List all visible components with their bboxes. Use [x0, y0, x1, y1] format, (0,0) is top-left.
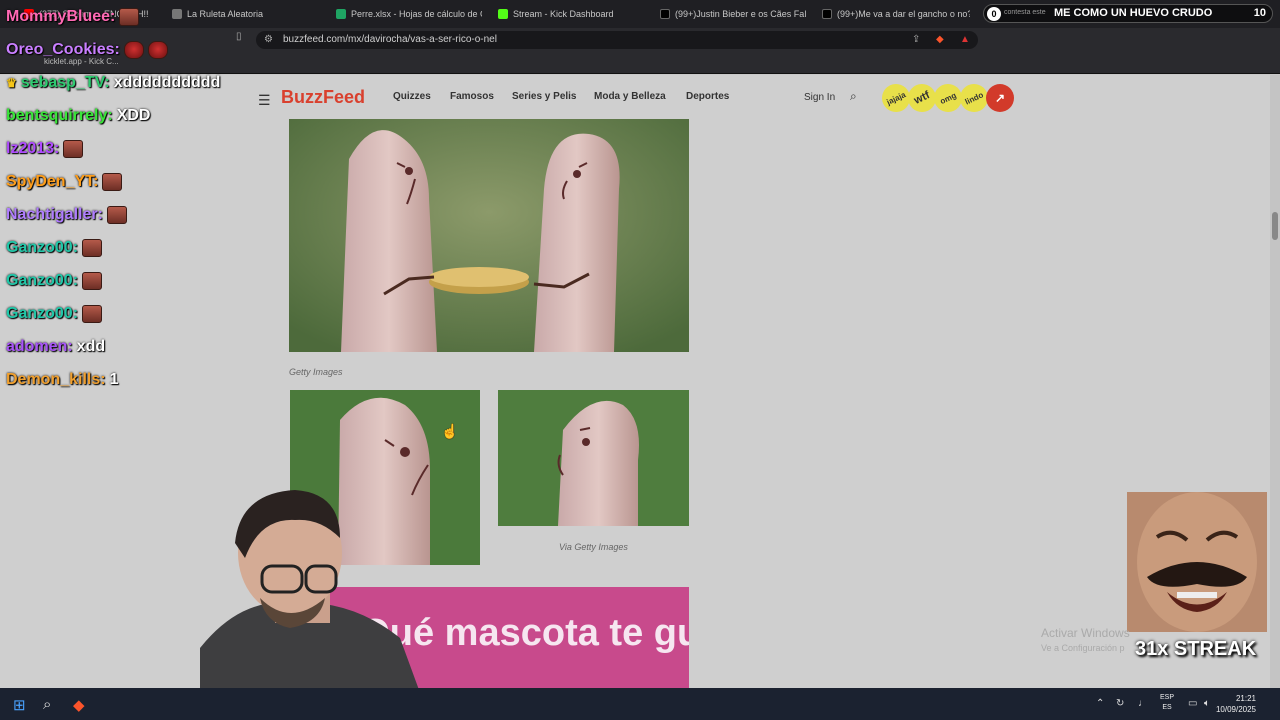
article-image-fingers-coin — [289, 119, 689, 352]
share-icon[interactable]: ⇪ — [912, 34, 920, 45]
nav-famosos[interactable]: Famosos — [450, 91, 494, 102]
url-text: buzzfeed.com/mx/davirocha/vas-a-ser-rico… — [283, 34, 497, 45]
emote-icon — [82, 239, 103, 257]
emote-icon — [63, 140, 84, 158]
search-icon[interactable]: ⌕ — [43, 696, 51, 713]
nav-deportes[interactable]: Deportes — [686, 91, 729, 102]
tab-sheets[interactable]: Perre.xlsx - Hojas de cálculo de Goo — [336, 4, 482, 24]
url-field[interactable]: ⚙ buzzfeed.com/mx/davirocha/vas-a-ser-ri… — [256, 31, 978, 49]
emote-icon — [82, 305, 103, 323]
hand-cursor-icon: ☝ — [441, 423, 459, 439]
volume-icon[interactable]: 🔈︎ — [1204, 698, 1210, 709]
bookmarks-bar: kicklet.app - Kick C... — [0, 52, 1280, 74]
emote-icon — [119, 8, 140, 26]
buzzfeed-logo[interactable]: BuzzFeed — [281, 87, 365, 108]
streamer-webcam — [200, 488, 430, 720]
streak-emote-image — [1127, 492, 1267, 632]
image-credit: Getty Images — [289, 367, 343, 377]
emote-icon — [82, 272, 103, 290]
nav-moda[interactable]: Moda y Belleza — [594, 91, 666, 102]
webpage: ☰ BuzzFeed Quizzes Famosos Series y Peli… — [0, 75, 1270, 688]
emote-icon — [147, 41, 168, 59]
article-image-lonely-finger — [498, 390, 689, 526]
chat-message: Ganzo00: — [6, 305, 103, 323]
search-icon[interactable]: ⌕ — [850, 89, 857, 104]
windows-start-icon[interactable]: ⊞ — [13, 696, 26, 714]
windows-activation-hint: Ve a Configuración p — [1041, 643, 1125, 653]
trending-icon[interactable]: ↗ — [986, 84, 1014, 112]
scrollbar-thumb[interactable] — [1272, 212, 1278, 240]
clock[interactable]: 21:21 10/09/2025 — [1216, 693, 1256, 715]
brave-shield-icon[interactable]: ◆ — [936, 34, 944, 45]
tab-ruleta[interactable]: La Ruleta Aleatoria — [172, 4, 322, 24]
nav-series[interactable]: Series y Pelis — [512, 91, 577, 102]
hamburger-menu-icon[interactable]: ☰ — [258, 92, 271, 109]
emote-icon — [123, 41, 144, 59]
stream-number: 10 — [1253, 7, 1266, 19]
bookmark-icon[interactable]: ▯ — [236, 31, 242, 42]
tab-kick[interactable]: Stream - Kick Dashboard — [498, 4, 648, 24]
chat-message: Ganzo00: — [6, 239, 103, 257]
chat-message: lz2013: — [6, 140, 84, 158]
chat-message: Nachtigaller: — [6, 206, 127, 224]
tiktok-icon — [822, 9, 832, 19]
stream-count: 0 — [987, 7, 1001, 21]
tab-tiktok-2[interactable]: (99+)Me va a dar el gancho o no? # — [822, 4, 970, 24]
address-bar-row: ‹ › ↻ ▯ ⚙ buzzfeed.com/mx/davirocha/vas-… — [0, 28, 1280, 73]
chat-message: bentsquirrely: XDD — [6, 107, 151, 124]
page-scrollbar[interactable] — [1270, 75, 1280, 688]
show-hidden-icons[interactable]: ⌃ — [1096, 698, 1104, 709]
sign-in-link[interactable]: Sign In — [804, 92, 835, 103]
sync-icon[interactable]: ↻ — [1116, 698, 1124, 709]
nav-quizzes[interactable]: Quizzes — [393, 91, 431, 102]
brave-rewards-icon[interactable]: ▲ — [960, 34, 970, 45]
chat-message: adomen: xdd — [6, 338, 106, 355]
chat-message: MommyBluee: — [6, 8, 140, 26]
globe-icon — [172, 9, 182, 19]
streak-counter: 31x STREAK — [1135, 638, 1257, 660]
microphone-icon[interactable]: ♩ — [1138, 698, 1148, 709]
kick-icon — [498, 9, 508, 19]
chat-message: Ganzo00: — [6, 272, 103, 290]
sheets-icon — [336, 9, 346, 19]
network-icon[interactable]: ▭ — [1188, 698, 1197, 709]
emote-icon — [102, 173, 123, 191]
language-indicator[interactable]: ESP ES — [1160, 693, 1174, 713]
stream-subtitle: contesta este — [1004, 9, 1046, 16]
windows-taskbar: ⊞ ⌕ ◆ ⌃ ↻ ♩ ESP ES ▭ 🔈︎ 21:21 10/09/2025 — [0, 688, 1280, 720]
chat-message: Demon_kills: 1 — [6, 371, 119, 388]
tiktok-icon — [660, 9, 670, 19]
brave-browser-icon[interactable]: ◆ — [73, 696, 85, 714]
stream-title-overlay: 0 contesta este ME COMO UN HUEVO CRUDO 1… — [983, 4, 1273, 23]
emote-icon — [106, 206, 127, 224]
site-info-icon[interactable]: ⚙ — [264, 34, 273, 45]
crown-icon: ♛ — [6, 76, 17, 90]
chat-message: SpyDen_YT: — [6, 173, 123, 191]
windows-activation-watermark: Activar Windows — [1041, 626, 1130, 640]
tab-tiktok-1[interactable]: (99+)Justin Bieber e os Cães Falam — [660, 4, 806, 24]
chat-message: Oreo_Cookies: — [6, 41, 168, 59]
stream-title-text: ME COMO UN HUEVO CRUDO — [1054, 7, 1213, 19]
chat-message: ♛ sebasp_TV: xdddddddddd — [6, 74, 221, 91]
image-credit-via: Via Getty Images — [559, 542, 628, 552]
